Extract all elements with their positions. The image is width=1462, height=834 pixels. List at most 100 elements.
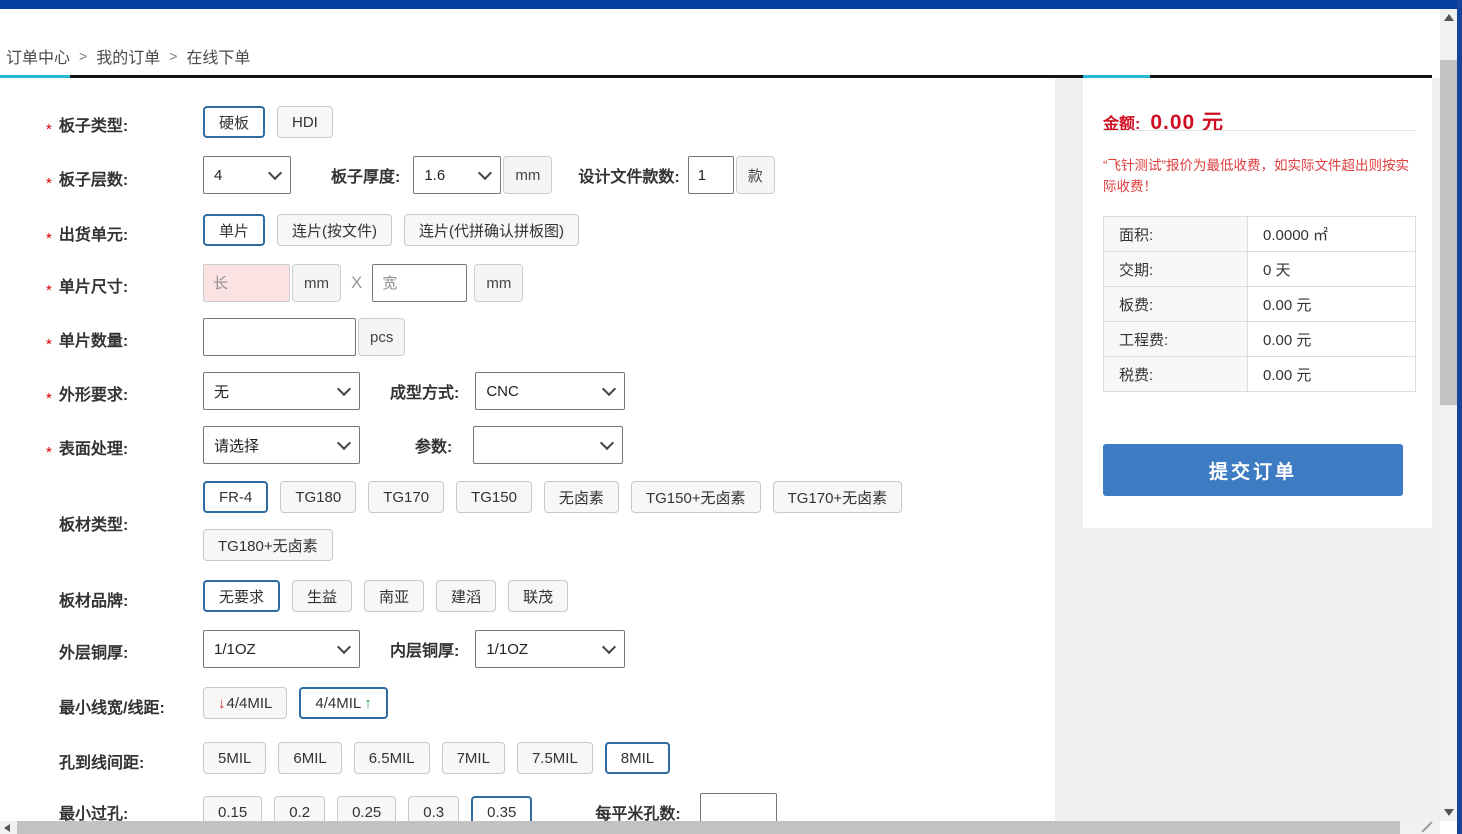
clearance-8mil-button[interactable]: 8MIL [605, 742, 670, 774]
piece-size-row: mm X mm [203, 264, 523, 302]
breadcrumb-order-center[interactable]: 订单中心 [6, 44, 70, 68]
amount-row: 金额: 0.00 元 [1103, 106, 1224, 136]
brand-nanya-button[interactable]: 南亚 [364, 580, 424, 612]
table-row: 交期: 0 天 [1104, 252, 1416, 287]
design-count-input[interactable] [688, 156, 734, 194]
material-type-options-row1: FR-4 TG180 TG170 TG150 无卤素 TG150+无卤素 TG1… [203, 481, 914, 513]
breadcrumb-my-orders[interactable]: 我的订单 [96, 44, 160, 68]
material-type-fr4-button[interactable]: FR-4 [203, 481, 268, 513]
inner-copper-select[interactable]: 1/1OZ [475, 630, 625, 668]
param-select[interactable] [473, 426, 623, 464]
up-arrow-icon: ↑ [364, 695, 372, 712]
piece-length-input[interactable] [203, 264, 290, 302]
tax-fee-label: 税费: [1104, 357, 1248, 392]
field-label-hole-clearance: 孔到线间距: [46, 749, 144, 773]
top-navigation-bar [0, 0, 1462, 9]
area-label: 面积: [1104, 217, 1248, 252]
chevron-down-icon [602, 640, 616, 654]
chevron-down-icon [602, 382, 616, 396]
trace-below-4-4mil-button[interactable]: ↓ 4/4MIL [203, 687, 287, 719]
field-label-inner-copper: 内层铜厚: [390, 637, 459, 661]
material-type-halogen-free-button[interactable]: 无卤素 [544, 481, 619, 513]
price-table: 面积: 0.0000 ㎡ 交期: 0 天 板费: 0.00 元 工程费: 0.0… [1103, 216, 1416, 392]
chevron-down-icon [268, 166, 282, 180]
table-row: 税费: 0.00 元 [1104, 357, 1416, 392]
required-marker: * [46, 282, 52, 299]
brand-kingboard-button[interactable]: 建滔 [436, 580, 496, 612]
clearance-5mil-button[interactable]: 5MIL [203, 742, 266, 774]
material-type-tg180-button[interactable]: TG180 [280, 481, 356, 513]
thickness-unit: mm [503, 156, 552, 194]
breadcrumb-separator: > [79, 48, 87, 64]
engineering-fee-label: 工程费: [1104, 322, 1248, 357]
chevron-down-icon [478, 166, 492, 180]
engineering-fee-value: 0.00 元 [1248, 322, 1416, 357]
layers-select[interactable]: 4 [203, 156, 291, 194]
scroll-left-arrow-icon[interactable] [4, 824, 10, 832]
material-type-tg150-hf-button[interactable]: TG150+无卤素 [631, 481, 761, 513]
surface-select[interactable]: 请选择 [203, 426, 360, 464]
board-type-hard-button[interactable]: 硬板 [203, 106, 265, 138]
design-count-unit: 款 [736, 156, 775, 194]
scroll-up-arrow-icon[interactable] [1444, 14, 1454, 21]
outer-copper-select[interactable]: 1/1OZ [203, 630, 360, 668]
material-type-tg150-button[interactable]: TG150 [456, 481, 532, 513]
submit-order-button[interactable]: 提交订单 [1103, 444, 1403, 496]
board-type-hdi-button[interactable]: HDI [277, 106, 333, 138]
clearance-6-5mil-button[interactable]: 6.5MIL [354, 742, 430, 774]
material-type-tg170-hf-button[interactable]: TG170+无卤素 [773, 481, 903, 513]
down-arrow-icon: ↓ [218, 695, 226, 712]
hole-clearance-options: 5MIL 6MIL 6.5MIL 7MIL 7.5MIL 8MIL [203, 742, 682, 774]
field-label-material-brand: 板材品牌: [46, 587, 128, 611]
clearance-7-5mil-button[interactable]: 7.5MIL [517, 742, 593, 774]
field-label-board-type: *板子类型: [46, 112, 128, 136]
scroll-down-arrow-icon[interactable] [1444, 809, 1454, 816]
min-trace-options: ↓ 4/4MIL 4/4MIL ↑ [203, 687, 400, 719]
chevron-down-icon [337, 436, 351, 450]
field-label-piece-qty: *单片数量: [46, 327, 128, 351]
surface-row: 请选择 参数: [203, 426, 623, 464]
ship-unit-options: 单片 连片(按文件) 连片(代拼确认拼板图) [203, 214, 591, 246]
amount-divider [1103, 130, 1415, 131]
ship-unit-panel-confirm-button[interactable]: 连片(代拼确认拼板图) [404, 214, 579, 246]
layers-row: 4 板子厚度: 1.6 mm 设计文件款数: 款 [203, 156, 775, 194]
field-label-forming: 成型方式: [390, 379, 459, 403]
material-brand-options: 无要求 生益 南亚 建滔 联茂 [203, 580, 580, 612]
required-marker: * [46, 390, 52, 407]
field-label-min-trace: 最小线宽/线距: [46, 694, 165, 718]
chevron-down-icon [337, 382, 351, 396]
forming-select[interactable]: CNC [475, 372, 625, 410]
header-divider-accent-left [0, 75, 70, 78]
material-type-tg180-hf-button[interactable]: TG180+无卤素 [203, 529, 333, 561]
piece-qty-unit: pcs [358, 318, 405, 356]
table-row: 面积: 0.0000 ㎡ [1104, 217, 1416, 252]
size-separator: X [351, 273, 362, 293]
outline-select[interactable]: 无 [203, 372, 360, 410]
brand-shengyi-button[interactable]: 生益 [292, 580, 352, 612]
clearance-6mil-button[interactable]: 6MIL [278, 742, 341, 774]
brand-itequ-button[interactable]: 联茂 [508, 580, 568, 612]
chevron-down-icon [600, 436, 614, 450]
vertical-scrollbar[interactable] [1440, 9, 1457, 821]
brand-any-button[interactable]: 无要求 [203, 580, 280, 612]
vertical-scrollbar-thumb[interactable] [1440, 60, 1457, 405]
outline-row: 无 成型方式: CNC [203, 372, 625, 410]
horizontal-scrollbar[interactable] [0, 821, 1440, 834]
horizontal-scrollbar-thumb[interactable] [17, 821, 1400, 834]
area-value: 0.0000 ㎡ [1248, 217, 1416, 252]
required-marker: * [46, 175, 52, 192]
clearance-7mil-button[interactable]: 7MIL [442, 742, 505, 774]
thickness-select[interactable]: 1.6 [413, 156, 501, 194]
trace-above-4-4mil-button[interactable]: 4/4MIL ↑ [299, 687, 387, 719]
piece-qty-input[interactable] [203, 318, 356, 356]
required-marker: * [46, 336, 52, 353]
material-type-tg170-button[interactable]: TG170 [368, 481, 444, 513]
field-label-param: 参数: [415, 433, 452, 457]
field-label-outline: *外形要求: [46, 381, 128, 405]
ship-unit-panel-by-file-button[interactable]: 连片(按文件) [277, 214, 392, 246]
piece-width-input[interactable] [372, 264, 467, 302]
field-label-design-count: 设计文件款数: [578, 163, 679, 187]
ship-unit-single-button[interactable]: 单片 [203, 214, 265, 246]
piece-qty-row: pcs [203, 318, 405, 356]
board-fee-value: 0.00 元 [1248, 287, 1416, 322]
